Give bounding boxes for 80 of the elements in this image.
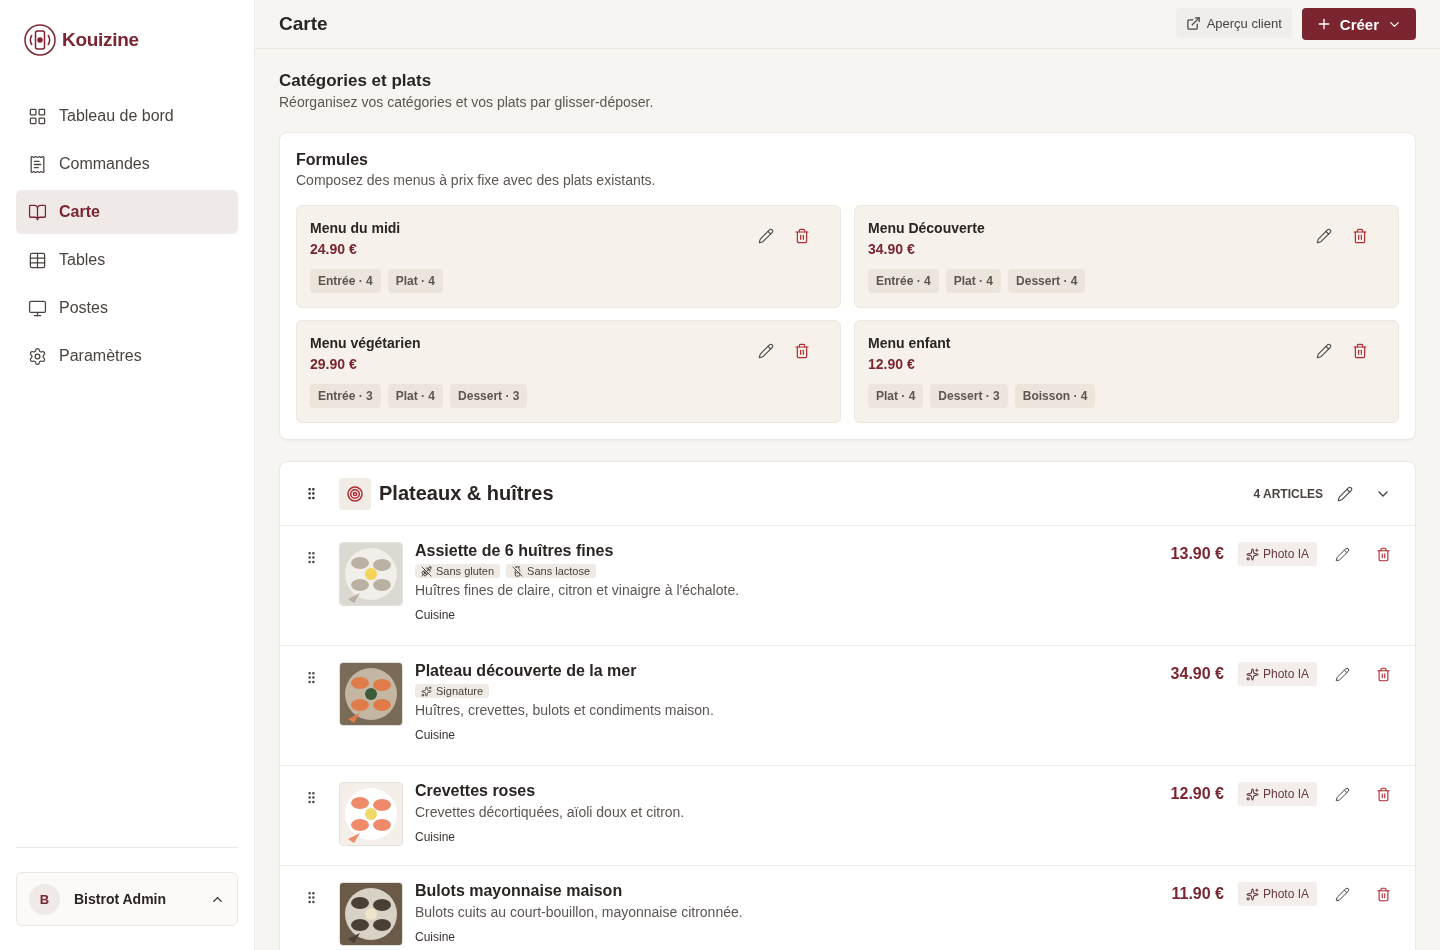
sparkles-icon: [1245, 667, 1259, 681]
dish-name: Bulots mayonnaise maison: [415, 882, 624, 900]
nav-item[interactable]: Tableau de bord: [16, 94, 238, 138]
formula-name: Menu enfant: [868, 335, 952, 351]
course-pill: Dessert · 3: [450, 384, 528, 408]
dish-name: Plateau découverte de la mer: [415, 662, 638, 680]
settings-icon: [28, 346, 47, 366]
ai-photo-button[interactable]: Photo IA: [1237, 782, 1317, 806]
course-pill: Entrée · 4: [310, 269, 381, 293]
formulas-subtitle: Composez des menus à prix fixe avec des plats existants.: [296, 172, 657, 188]
dish-price: 34.90 €: [1170, 665, 1224, 683]
ai-photo-button[interactable]: Photo IA: [1237, 662, 1317, 686]
ai-photo-button[interactable]: Photo IA: [1237, 882, 1317, 906]
user-avatar: B: [29, 883, 60, 915]
receipt-icon: [28, 154, 47, 174]
brand-name: Kouizine: [62, 29, 139, 51]
milk-crossed-icon: [512, 565, 524, 577]
course-pill: Plat · 4: [387, 269, 444, 293]
wheat-crossed-icon: [421, 565, 432, 577]
course-pill: Plat · 4: [387, 384, 444, 408]
tag-label: Signature: [436, 685, 484, 697]
nav-item[interactable]: Postes: [16, 286, 238, 330]
nav-item[interactable]: Paramètres: [16, 334, 238, 378]
logo-icon: [24, 24, 56, 56]
formula-price: 12.90 €: [868, 356, 916, 372]
dish-station: Cuisine: [415, 930, 457, 944]
dish-description: Bulots cuits au court-bouillon, mayonnaise citronnée.: [415, 904, 744, 920]
nav-item[interactable]: Commandes: [16, 142, 238, 186]
book-icon: [28, 202, 47, 222]
course-pill: Dessert · 3: [930, 384, 1008, 408]
ai-photo-button[interactable]: Photo IA: [1237, 542, 1317, 566]
course-pill: Boisson · 4: [1014, 384, 1096, 408]
formula-name: Menu du midi: [310, 220, 402, 236]
course-pill: Entrée · 3: [310, 384, 381, 408]
dish-description: Crevettes décortiquées, aïoli doux et citron.: [415, 804, 686, 820]
formula-price: 29.90 €: [310, 356, 358, 372]
spiral-icon: [347, 485, 363, 502]
dish-price: 12.90 €: [1170, 785, 1224, 803]
dish-price: 11.90 €: [1171, 885, 1224, 903]
edit-button[interactable]: [1314, 341, 1334, 361]
create-button[interactable]: Créer: [1301, 8, 1416, 40]
edit-button[interactable]: [756, 341, 776, 361]
dish-station: Cuisine: [415, 830, 457, 844]
section-title: Catégories et plats: [279, 71, 433, 91]
tag-label: Sans lactose: [527, 565, 591, 577]
edit-button[interactable]: [1314, 226, 1334, 246]
dish-name: Crevettes roses: [415, 782, 537, 800]
dish-description: Huîtres fines de claire, citron et vinaigre à l'échalote.: [415, 582, 741, 598]
course-pill: Dessert · 4: [1008, 269, 1086, 293]
formula-price: 24.90 €: [310, 241, 358, 257]
sparkles-icon: [421, 685, 432, 697]
formula-name: Menu Découverte: [868, 220, 986, 236]
monitor-icon: [28, 298, 47, 318]
nav-item[interactable]: Tables: [16, 238, 238, 282]
grid-icon: [28, 106, 47, 126]
formula-name: Menu végétarien: [310, 335, 422, 351]
preview-button[interactable]: Aperçu client: [1175, 8, 1292, 38]
formula-price: 34.90 €: [868, 241, 916, 257]
course-pill: Plat · 4: [868, 384, 924, 408]
user-menu[interactable]: B Bistrot Admin: [16, 872, 238, 926]
course-pill: Plat · 4: [945, 269, 1002, 293]
section-subtitle: Réorganisez vos catégories et vos plats par glisser-déposer.: [279, 94, 655, 110]
external-link-icon: [1185, 15, 1201, 31]
edit-button[interactable]: [756, 226, 776, 246]
course-pill: Entrée · 4: [868, 269, 939, 293]
category-name: Plateaux & huîtres: [379, 482, 555, 505]
dish-station: Cuisine: [415, 728, 457, 742]
page-title: Carte: [279, 13, 328, 35]
formulas-title: Formules: [296, 151, 369, 169]
dish-name: Assiette de 6 huîtres fines: [415, 542, 615, 560]
sparkles-icon: [1245, 787, 1259, 801]
dish-description: Huîtres, crevettes, bulots et condiments maison.: [415, 702, 715, 718]
tag-label: Sans gluten: [436, 565, 495, 577]
dish-price: 13.90 €: [1170, 545, 1224, 563]
sparkles-icon: [1245, 887, 1259, 901]
sparkles-icon: [1245, 547, 1259, 561]
article-count: 4 ARTICLES: [1253, 486, 1323, 501]
table-icon: [28, 250, 47, 270]
nav-item[interactable]: Carte: [16, 190, 238, 234]
dish-station: Cuisine: [415, 608, 457, 622]
